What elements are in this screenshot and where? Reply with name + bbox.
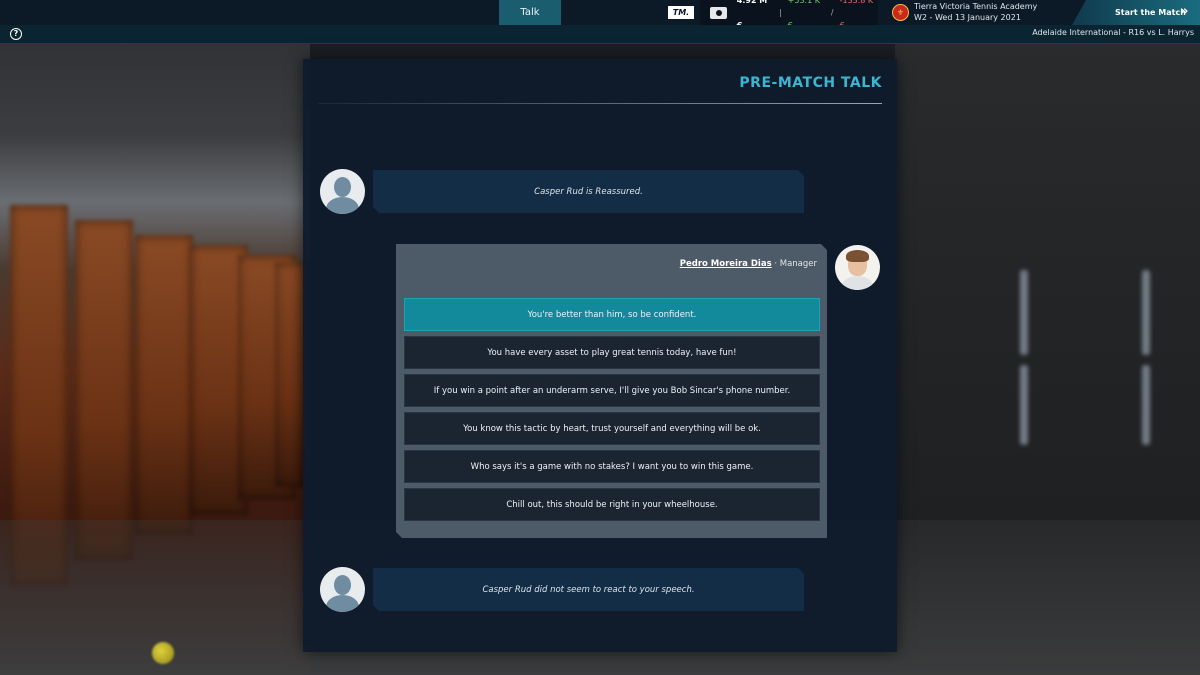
panel-title: PRE-MATCH TALK <box>739 75 882 91</box>
speaker-name[interactable]: Pedro Moreira Dias <box>680 259 772 269</box>
message-text: Casper Rud is Reassured. <box>534 186 643 197</box>
speaker-line: Pedro Moreira Dias · Manager <box>680 259 817 269</box>
talk-option[interactable]: If you win a point after an underarm ser… <box>404 374 820 407</box>
tm-logo: TM. <box>668 6 694 19</box>
talk-options-box: Pedro Moreira Dias · Manager You're bett… <box>396 244 827 538</box>
player-avatar-icon <box>320 567 365 612</box>
top-bar: Talk TM. 4.92 M € | +53.1 K € / -133.8 K… <box>0 0 1200 30</box>
player-reaction-message: Casper Rud did not seem to react to your… <box>373 568 804 611</box>
tennis-ball-icon <box>152 642 174 664</box>
tab-talk[interactable]: Talk <box>499 0 561 25</box>
slash: / <box>830 8 834 17</box>
current-date: W2 - Wed 13 January 2021 <box>914 13 1021 22</box>
message-text: Casper Rud did not seem to react to your… <box>482 584 695 595</box>
money-icon <box>710 6 727 19</box>
talk-option[interactable]: You know this tactic by heart, trust you… <box>404 412 820 445</box>
title-divider <box>318 103 882 104</box>
start-match-label: Start the Match <box>1115 8 1186 17</box>
manager-avatar <box>835 245 880 290</box>
club-crest-icon[interactable]: ⚜ <box>892 4 909 21</box>
sub-bar: ? Adelaide International - R16 vs L. Har… <box>0 25 1200 44</box>
help-icon[interactable]: ? <box>10 28 22 40</box>
talk-option[interactable]: You have every asset to play great tenni… <box>404 336 820 369</box>
separator: | <box>778 8 782 17</box>
talk-option[interactable]: Chill out, this should be right in your … <box>404 488 820 521</box>
double-chevron-right-icon: » <box>1180 4 1189 19</box>
player-avatar-icon <box>320 169 365 214</box>
club-name: Tierra Victoria Tennis Academy <box>914 2 1038 11</box>
pre-match-talk-panel: PRE-MATCH TALK Casper Rud is Reassured. … <box>303 59 897 652</box>
speaker-role: Manager <box>779 259 817 269</box>
player-reaction-message: Casper Rud is Reassured. <box>373 170 804 213</box>
start-match-button[interactable]: Start the Match » <box>1072 0 1200 25</box>
speaker-separator: · <box>771 259 780 269</box>
talk-option[interactable]: You're better than him, so be confident. <box>404 298 820 331</box>
match-info: Adelaide International - R16 vs L. Harry… <box>1032 28 1194 37</box>
finance-summary[interactable]: 4.92 M € | +53.1 K € / -133.8 K € <box>700 0 878 30</box>
talk-option[interactable]: Who says it's a game with no stakes? I w… <box>404 450 820 483</box>
